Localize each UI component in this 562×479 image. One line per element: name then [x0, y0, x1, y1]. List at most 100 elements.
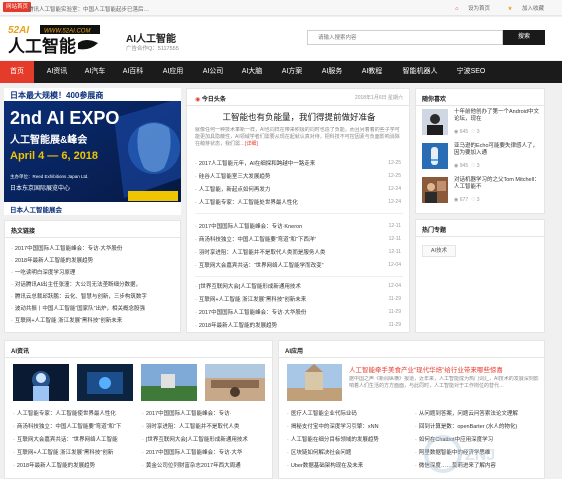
ai-news-item[interactable]: · 2018年最新人工智能的发展趋势 — [13, 461, 138, 469]
nav-ai-car[interactable]: AI汽车 — [76, 61, 114, 83]
news-thumb[interactable] — [205, 364, 265, 401]
divider — [187, 105, 409, 106]
site-subtitle: 广告合作Q：5117555 — [126, 46, 179, 52]
today-list-item[interactable]: · 互联网+人工智能 浙江发展“黑科技”创新未来 — [195, 295, 375, 303]
topics-card: 热门专题 AI技术 — [415, 219, 545, 333]
nav-ai-company[interactable]: AI公司 — [194, 61, 232, 83]
item-date: 12-25 — [388, 173, 401, 179]
nav-ai-solution[interactable]: AI方案 — [272, 61, 312, 83]
today-list-item[interactable]: · 羽时享进阻：人工智能并不是取代人类而是服务人类 — [195, 248, 375, 256]
recommend-thumb[interactable] — [422, 109, 448, 135]
today-list-item[interactable]: · 硅谷人工智能室三大发展趋势 — [195, 172, 375, 180]
banner-subtitle: 人工智能展&峰会 — [10, 135, 88, 146]
today-list-item[interactable]: · 人工智能，新起点如何再发力 — [195, 185, 375, 193]
main-nav: 首页 AI资讯 AI汽车 AI百科 AI应用 AI公司 AI大脑 AI方案 AI… — [0, 61, 562, 83]
nav-ai-news[interactable]: AI资讯 — [38, 61, 76, 83]
search-input[interactable] — [308, 31, 502, 44]
ai-app-item[interactable]: · 区块链如何解决社会问题 — [287, 448, 411, 456]
item-date: 11-29 — [388, 309, 401, 315]
svg-text:ZNJ: ZNJ — [465, 447, 495, 464]
divider — [416, 236, 544, 237]
ai-app-summary: 据中国之声《新闻纵横》报道，近年来，人工智能成为热门词汇，AI技术的发展深刻影响… — [349, 376, 539, 389]
ai-news-item[interactable]: · 人工智能专家：人工智能使世界最人性化 — [13, 409, 138, 417]
set-homepage-link[interactable]: ⌂ 设为首页 — [447, 6, 490, 12]
recommend-item-title[interactable]: 对话机器学习的之父Tom Mitchell：人工智能不 — [454, 177, 540, 191]
hot-link-item[interactable]: · 对话腾讯AI出主任张潼：大公司无法垄断细分数据， — [11, 280, 179, 288]
nav-ai-brain[interactable]: AI大脑 — [232, 61, 272, 83]
banner-title: 2nd AI EXPO — [10, 108, 120, 128]
today-list-item[interactable]: · 2017人工智能元年，AI在细探和跨越中一路走来 — [195, 159, 375, 167]
svg-text:人工智能: 人工智能 — [8, 36, 76, 55]
nav-ai-tutorial[interactable]: AI教程 — [352, 61, 392, 83]
news-thumb[interactable] — [77, 364, 133, 401]
svg-text:WWW.52AI.COM: WWW.52AI.COM — [44, 29, 90, 35]
ai-news-item[interactable]: · 羽时享进阻：人工智能并不是取代人类 — [142, 422, 268, 430]
read-more-link[interactable]: [详细] — [245, 141, 258, 147]
ai-app-item[interactable]: · 人工智能在细分目标领域的发展趋势 — [287, 435, 411, 443]
hot-link-item[interactable]: · 2017中国国际人工智能峰会：专访·大华股份 — [11, 244, 179, 252]
nav-ai-app[interactable]: AI应用 — [152, 61, 194, 83]
top-links: ⌂ 设为首页 ★ 加入收藏 — [439, 4, 544, 12]
nav-home[interactable]: 首页 — [0, 61, 34, 83]
search-button[interactable]: 搜索 — [503, 30, 545, 45]
nav-robot[interactable]: 智能机器人 — [392, 61, 448, 83]
divider — [279, 357, 544, 358]
ai-app-item[interactable]: · 医疗人工智能企业代际业码 — [287, 409, 411, 417]
news-thumb[interactable] — [141, 364, 197, 401]
eye-icon: ◉ — [454, 197, 459, 203]
ai-app-item[interactable]: · Uber数据基础架构现在及未来 — [287, 461, 411, 469]
ai-app-headline[interactable]: 人工智能牵手美食产业“现代华焙”给行业带来哪些惊喜 — [349, 364, 539, 374]
ai-news-item[interactable]: · 2017中国国际人工智能峰会：专访·大华 — [142, 448, 268, 456]
today-headline[interactable]: 工智能也有负能量，我们得提前做好准备 — [187, 111, 411, 123]
hot-link-item[interactable]: · 互联网+人工智能 浙江发展“黑科技”创新未来 — [11, 316, 179, 324]
item-date: 12-04 — [388, 283, 401, 289]
ai-news-item[interactable]: · 商汤科技独立：中国人工智能要“弯道”和“下 — [13, 422, 138, 430]
nav-ningbo-seo[interactable]: 宁波SEO — [448, 61, 494, 83]
ai-app-title: AI应用 — [285, 349, 304, 355]
today-list-item[interactable]: · 互联网大会嘉宾共话：“世界网络人工智能学而改变” — [195, 261, 375, 269]
ai-news-item[interactable]: · [世界互联网大会]人工智能形成新通用技术 — [142, 435, 268, 443]
recommend-thumb[interactable] — [422, 177, 448, 203]
ai-app-thumb[interactable] — [287, 364, 342, 401]
home-badge[interactable]: 网站首页 — [3, 2, 32, 12]
ai-app-item[interactable]: · 揭秘支付宝中的深度学习引擎：xNN — [287, 422, 411, 430]
today-list-item[interactable]: · 人工智能专家：人工智能处世界最人性化 — [195, 198, 375, 206]
today-list-item[interactable]: · 2017中国国际人工智能峰会：专访·大华股份 — [195, 308, 375, 316]
hot-link-item[interactable]: · 腾讯云总裁邱跃鹏：云化、智慧与创新，三步构筑数字 — [11, 292, 179, 300]
recommend-meta: ◉ 945 ♡ 3 — [454, 163, 480, 169]
item-date: 12-24 — [388, 186, 401, 192]
item-date: 12-11 — [388, 249, 401, 255]
site-title: AI人工智能 — [126, 34, 176, 45]
ai-app-item[interactable]: · 从问题到答案，问题云问答索法论文理解 — [415, 409, 540, 417]
ai-news-item[interactable]: · 黄金公司位列财富杂志2017年西大周通 — [142, 461, 268, 469]
ai-news-item[interactable]: · 2017中国国际人工智能峰会：专访· — [142, 409, 268, 417]
svg-text:52AI: 52AI — [8, 25, 29, 36]
topic-chip[interactable]: AI技术 — [422, 245, 456, 257]
recommend-item-title[interactable]: 亚马逊的Echo可能要失律感人了，因为要加入通 — [454, 143, 540, 157]
hot-link-item[interactable]: · 一吃读明白深度学习原理 — [11, 268, 179, 276]
item-date: 12-24 — [388, 199, 401, 205]
nav-ai-service[interactable]: AI服务 — [312, 61, 352, 83]
expo-banner[interactable]: 日本最大规模！400参展商 2nd AI EXPO 人工智能展&峰会 April… — [4, 88, 181, 215]
nav-ai-wiki[interactable]: AI百科 — [114, 61, 152, 83]
recommend-thumb[interactable] — [422, 143, 448, 169]
top-message[interactable]: 腾讯人工智能实验室：中国人工智能起步已落后… — [28, 5, 188, 13]
hot-link-item[interactable]: · 波动共振丨中国人工智能“国家队”出炉，相关概念股强 — [11, 304, 179, 312]
today-list-item[interactable]: · 2017中国国际人工智能峰会：专访·Kneron — [195, 222, 375, 230]
banner-bottom-text: 日本人工智能展会 — [10, 207, 62, 214]
today-list-item[interactable]: · 商汤科技独立：中国人工智能要“弯道”和“下西洋” — [195, 235, 375, 243]
recommend-item-title[interactable]: 十年前他创办了第一个Android中文论坛，现在 — [454, 109, 540, 123]
today-list-item[interactable]: · [世界互联网大会]人工智能形成新通用技术 — [195, 282, 375, 290]
ai-news-item[interactable]: · 互联网+人工智能 浙江发展“黑科技”创新 — [13, 448, 138, 456]
topics-title: 热门专题 — [422, 228, 447, 234]
hot-link-item[interactable]: · 2018年最新人工智能的发展趋势 — [11, 256, 179, 264]
recommend-meta: ◉ 645 ♡ 3 — [454, 129, 480, 135]
news-thumb[interactable] — [13, 364, 69, 401]
site-logo[interactable]: 52AI WWW.52AI.COM 人工智能 — [6, 23, 102, 57]
today-list-item[interactable]: · 2018年最新人工智能的发展趋势 — [195, 321, 375, 329]
ai-news-item[interactable]: · 互联网大会嘉宾共话：“世界网络人工智能 — [13, 435, 138, 443]
item-date: 12-25 — [388, 160, 401, 166]
banner-organizer: 主办单位：Reed Exhibitions Japan Ltd. — [10, 174, 89, 179]
ai-news-card: AI资讯 · 人工智能专家：人工智能使世界最人性化 · 商汤科技独立：中国人工智能要… — [4, 340, 273, 479]
add-favorite-link[interactable]: ★ 加入收藏 — [500, 6, 544, 12]
